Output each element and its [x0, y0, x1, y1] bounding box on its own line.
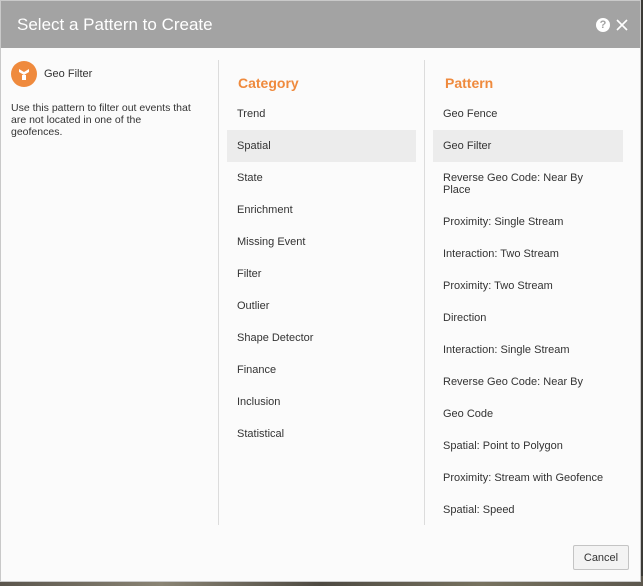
selected-pattern-description: Use this pattern to filter out events th… — [11, 102, 191, 138]
pattern-item[interactable]: Spatial: Speed — [433, 494, 623, 526]
pattern-item[interactable]: Proximity: Single Stream — [433, 206, 623, 238]
close-icon[interactable] — [615, 18, 629, 32]
pattern-item[interactable]: Interaction: Two Stream — [433, 238, 623, 270]
pattern-item[interactable]: Direction — [433, 302, 623, 334]
category-item[interactable]: Enrichment — [227, 194, 416, 226]
category-header: Category — [238, 75, 299, 91]
category-item[interactable]: Missing Event — [227, 226, 416, 258]
title-actions: ? — [596, 17, 629, 32]
category-item[interactable]: Statistical — [227, 418, 416, 450]
select-pattern-dialog: Select a Pattern to Create ? Geo Filter … — [0, 0, 641, 582]
pattern-item[interactable]: Geo Code — [433, 398, 623, 430]
pattern-item[interactable]: Reverse Geo Code: Near By — [433, 366, 623, 398]
dialog-body: Geo Filter Use this pattern to filter ou… — [1, 48, 640, 525]
column-divider — [424, 60, 425, 525]
pattern-list: Geo Fence Geo Filter Reverse Geo Code: Nea… — [433, 98, 623, 526]
pattern-item[interactable]: Spatial: Point to Polygon — [433, 430, 623, 462]
category-item[interactable]: Outlier — [227, 290, 416, 322]
pattern-item[interactable]: Proximity: Stream with Geofence — [433, 462, 623, 494]
category-list: Trend Spatial State Enrichment Missing Event… — [227, 98, 416, 450]
category-item[interactable]: Spatial — [227, 130, 416, 162]
geo-filter-icon — [11, 61, 37, 87]
pattern-item[interactable]: Reverse Geo Code: Near By Place — [433, 162, 623, 206]
pattern-item[interactable]: Geo Filter — [433, 130, 623, 162]
category-item[interactable]: Shape Detector — [227, 322, 416, 354]
help-icon[interactable]: ? — [596, 17, 610, 32]
pattern-info-header: Geo Filter — [11, 61, 208, 87]
column-divider — [218, 60, 219, 525]
dialog-title: Select a Pattern to Create — [17, 14, 213, 34]
category-item[interactable]: Filter — [227, 258, 416, 290]
category-item[interactable]: Inclusion — [227, 386, 416, 418]
category-item[interactable]: Finance — [227, 354, 416, 386]
pattern-item[interactable]: Proximity: Two Stream — [433, 270, 623, 302]
cancel-button[interactable]: Cancel — [573, 545, 629, 570]
dialog-titlebar: Select a Pattern to Create ? — [1, 1, 640, 48]
category-item[interactable]: State — [227, 162, 416, 194]
selected-pattern-name: Geo Filter — [44, 68, 93, 80]
pattern-info-panel: Geo Filter Use this pattern to filter ou… — [1, 48, 218, 525]
pattern-header: Pattern — [445, 75, 494, 91]
dialog-footer: Cancel — [1, 525, 640, 583]
category-item[interactable]: Trend — [227, 98, 416, 130]
pattern-item[interactable]: Interaction: Single Stream — [433, 334, 623, 366]
pattern-item[interactable]: Geo Fence — [433, 98, 623, 130]
